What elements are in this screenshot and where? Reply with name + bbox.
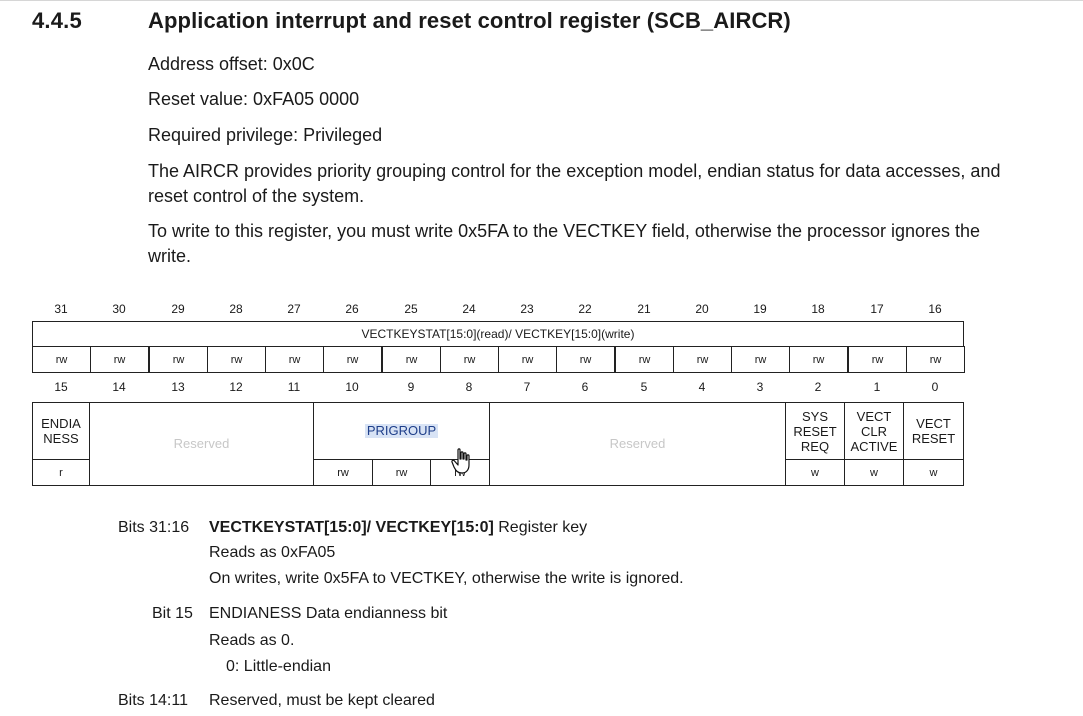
bit-number-6: 6 [581,380,589,394]
vectclractive-access: w [844,459,904,486]
bit-number-20: 20 [695,302,709,316]
bits-31-16-write: On writes, write 0x5FA to VECTKEY, other… [209,570,684,587]
bit-15-read: Reads as 0. [209,632,295,649]
bits-31-16-title: Register key [493,519,588,536]
access-bit-26: rw [323,346,382,373]
access-bit-19: rw [731,346,790,373]
access-bit-29: rw [149,346,208,373]
sysresetreq-access: w [785,459,845,486]
reserved-field-2: Reserved [489,402,786,486]
sysresetreq-line2: RESET [793,423,837,439]
bit-number-31: 31 [54,302,68,316]
bits-14-11-label: Bits 14:11 [118,692,188,709]
bits-31-16-name: VECTKEYSTAT[15:0]/ VECTKEY[15:0] [209,519,494,536]
vectclractive-line1: VECT [856,408,892,424]
vectreset-access: w [903,459,964,486]
vectkey-field: VECTKEYSTAT[15:0](read)/ VECTKEY[15:0](w… [32,321,964,347]
endianess-field-line2: NESS [43,431,79,446]
address-offset: Address offset: 0x0C [148,54,315,74]
access-bit-23: rw [498,346,557,373]
page-top-rule [0,0,1083,1]
endianess-field-line1: ENDIA [41,416,81,431]
bit-number-24: 24 [462,302,476,316]
vectclractive-line3: ACTIVE [850,438,898,454]
access-bit-31: rw [32,346,91,373]
bits-31-16-read: Reads as 0xFA05 [209,544,336,561]
access-bit-18: rw [789,346,848,373]
bit-number-26: 26 [345,302,359,316]
section-title: Application interrupt and reset control … [148,8,791,33]
sysresetreq-line3: REQ [800,438,830,454]
access-bit-17: rw [848,346,907,373]
bits-31-16-heading: VECTKEYSTAT[15:0]/ VECTKEY[15:0] Registe… [209,519,587,537]
bit-number-8: 8 [465,380,473,394]
bit-number-10: 10 [345,380,359,394]
vectreset-line2: RESET [911,431,956,446]
bit-number-13: 13 [171,380,185,394]
bit-number-21: 21 [637,302,651,316]
access-bit-25: rw [382,346,441,373]
bit-number-27: 27 [287,302,301,316]
sysresetreq-field: SYS RESET REQ [785,402,845,460]
bits-31-16-label: Bits 31:16 [118,519,190,536]
hand-cursor-icon [451,448,470,474]
bit-15-title: ENDIANESS Data endianness bit [209,605,448,622]
bit-number-2: 2 [814,380,822,394]
bit-number-12: 12 [229,380,243,394]
bit-number-30: 30 [112,302,126,316]
bit-number-9: 9 [407,380,415,394]
access-bit-27: rw [265,346,324,373]
prigroup-label: PRIGROUP [364,423,439,438]
bit-number-15: 15 [54,380,68,394]
vectreset-field: VECT RESET [903,402,964,460]
bit-number-28: 28 [229,302,243,316]
bit-number-29: 29 [171,302,185,316]
endianess-access: r [32,459,90,486]
section-number: 4.4.5 [32,8,82,33]
bit-15-label: Bit 15 [152,605,193,622]
bit-15-value: 0: Little-endian [226,658,331,675]
bit-number-5: 5 [640,380,648,394]
bit-number-25: 25 [404,302,418,316]
prigroup-access-bit9: rw [372,459,431,486]
access-bit-20: rw [673,346,732,373]
access-bit-24: rw [440,346,499,373]
bit-number-16: 16 [928,302,942,316]
reset-value: Reset value: 0xFA05 0000 [148,89,360,109]
bit-number-3: 3 [756,380,764,394]
bit-number-4: 4 [698,380,706,394]
bit-number-23: 23 [520,302,534,316]
required-privilege: Required privilege: Privileged [148,125,383,145]
bit-number-17: 17 [870,302,884,316]
vectclractive-field: VECT CLR ACTIVE [844,402,904,460]
bit-number-19: 19 [753,302,767,316]
write-note: To write to this register, you must writ… [148,221,981,266]
reserved-field-1: Reserved [89,402,314,486]
access-bit-16: rw [906,346,965,373]
vectclractive-line2: CLR [860,423,887,439]
bits-14-11-title: Reserved, must be kept cleared [209,692,435,709]
bit-number-0: 0 [931,380,939,394]
bit-number-14: 14 [112,380,126,394]
bit-number-18: 18 [811,302,825,316]
prigroup-access-bit10: rw [313,459,373,486]
access-bit-30: rw [90,346,149,373]
bit-number-11: 11 [287,380,301,394]
endianess-field: ENDIA NESS [32,402,90,460]
vectreset-line1: VECT [916,416,951,431]
access-bit-22: rw [556,346,615,373]
bit-number-7: 7 [523,380,531,394]
register-description: The AIRCR provides priority grouping con… [148,161,1001,206]
access-bit-28: rw [207,346,266,373]
bit-number-22: 22 [578,302,592,316]
bit-number-1: 1 [873,380,881,394]
access-bit-21: rw [615,346,674,373]
sysresetreq-line1: SYS [801,408,828,424]
